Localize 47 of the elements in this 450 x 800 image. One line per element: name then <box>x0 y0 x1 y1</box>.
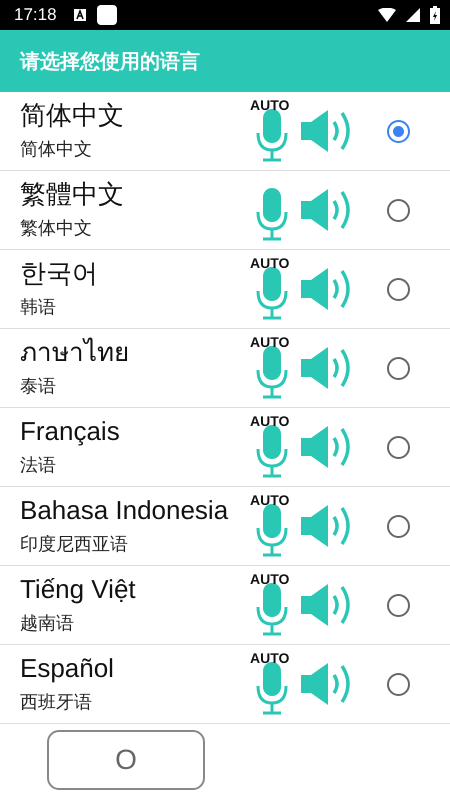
radio-button[interactable] <box>387 356 410 380</box>
language-translation: 繁体中文 <box>20 216 93 240</box>
screen-title: 请选择您使用的语言 <box>20 48 200 74</box>
language-name: ภาษาไทย <box>20 338 130 368</box>
language-name: Français <box>20 417 121 447</box>
language-row[interactable]: Bahasa Indonesia 印度尼西亚语 AUTO <box>0 487 450 566</box>
language-translation: 韩语 <box>20 296 57 319</box>
radio-button[interactable] <box>387 672 410 696</box>
language-row[interactable]: 简体中文 简体中文 AUTO <box>0 92 450 171</box>
auto-label: AUTO <box>250 571 290 587</box>
auto-label: AUTO <box>250 492 290 508</box>
radio-button[interactable] <box>387 514 410 538</box>
language-name: Bahasa Indonesia <box>20 496 230 526</box>
notification-icon <box>96 5 117 25</box>
confirm-button[interactable]: O <box>47 730 205 790</box>
auto-label: AUTO <box>250 255 290 271</box>
language-row[interactable]: ภาษาไทย 泰语 AUTO <box>0 329 450 408</box>
language-translation: 简体中文 <box>20 138 93 161</box>
language-name: Español <box>20 654 115 684</box>
auto-label: AUTO <box>250 97 290 113</box>
language-translation: 西班牙语 <box>20 690 93 714</box>
clock: 17:18 <box>14 5 57 25</box>
language-row[interactable]: Español 西班牙语 AUTO <box>0 645 450 724</box>
radio-button[interactable] <box>387 436 410 458</box>
auto-label: AUTO <box>250 334 290 350</box>
auto-label: AUTO <box>250 413 290 429</box>
signal-icon <box>406 8 420 22</box>
language-translation: 越南语 <box>20 612 75 635</box>
language-name: Tiếng Việt <box>20 575 137 605</box>
radio-button[interactable] <box>387 120 410 142</box>
language-name: 한국어 <box>20 259 99 289</box>
radio-button[interactable] <box>387 278 410 300</box>
language-translation: 法语 <box>20 454 57 477</box>
language-row[interactable]: 한국어 韩语 AUTO <box>0 250 450 329</box>
radio-button[interactable] <box>387 594 410 616</box>
language-translation: 泰语 <box>20 374 57 398</box>
wifi-icon <box>378 8 396 22</box>
auto-label: AUTO <box>250 650 290 666</box>
language-name: 繁體中文 <box>20 180 125 210</box>
keyboard-icon <box>72 8 87 22</box>
language-row[interactable]: Français 法语 AUTO <box>0 408 450 487</box>
language-translation: 印度尼西亚语 <box>20 532 129 556</box>
radio-button[interactable] <box>387 198 410 222</box>
language-row[interactable]: Tiếng Việt 越南语 AUTO <box>0 566 450 645</box>
battery-icon <box>430 6 440 24</box>
language-name: 简体中文 <box>20 101 125 131</box>
language-row[interactable]: 繁體中文 繁体中文 <box>0 171 450 250</box>
